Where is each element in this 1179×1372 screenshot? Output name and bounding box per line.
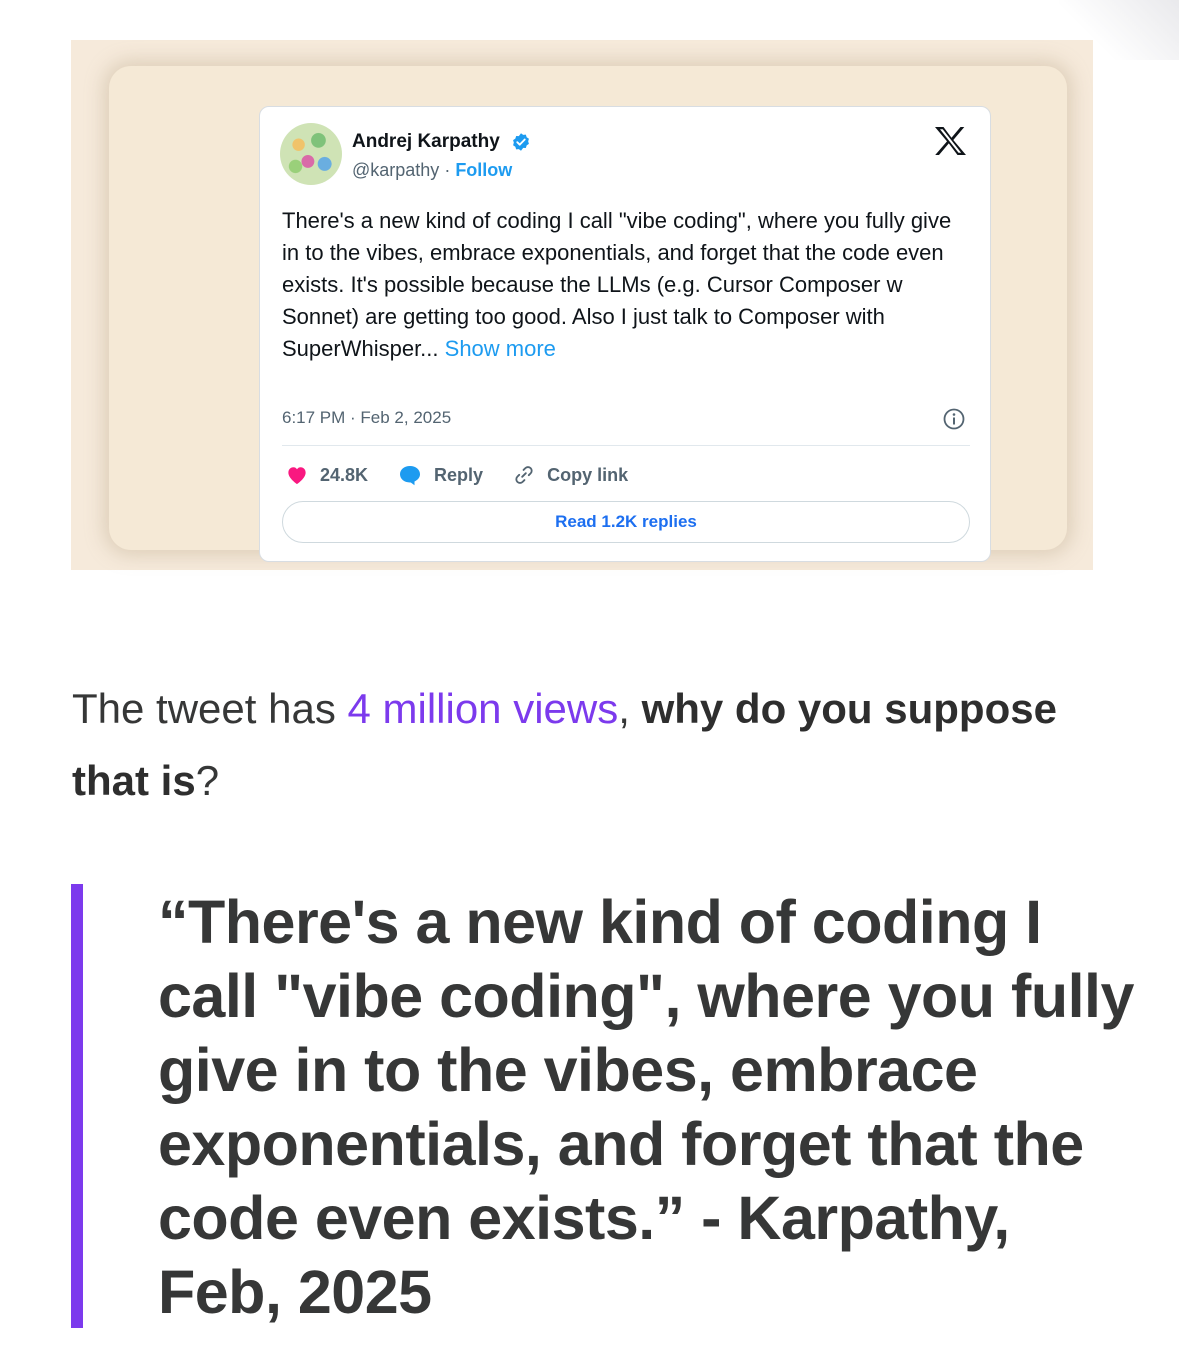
question-mark: ? xyxy=(195,757,220,804)
like-button[interactable]: 24.8K xyxy=(286,465,368,486)
author-avatar[interactable] xyxy=(280,123,342,185)
tweet-text: There's a new kind of coding I call "vib… xyxy=(282,205,972,365)
heart-icon xyxy=(288,467,306,485)
like-count: 24.8K xyxy=(320,464,369,485)
author-handle[interactable]: @karpathy xyxy=(352,160,439,180)
x-logo-icon[interactable] xyxy=(932,125,968,157)
copy-link-label: Copy link xyxy=(547,464,629,485)
article-paragraph: The tweet has 4 million views, why do yo… xyxy=(72,673,1112,817)
tweet-card[interactable]: Andrej Karpathy @karpathy · Follow There… xyxy=(259,106,991,562)
pullquote-bar xyxy=(71,884,83,1328)
tweet-timestamp[interactable]: 6:17 PM · Feb 2, 2025 xyxy=(282,408,451,428)
handle-separator: · xyxy=(439,160,456,180)
tweet-frame: Andrej Karpathy @karpathy · Follow There… xyxy=(109,66,1067,562)
reply-label: Reply xyxy=(434,464,484,485)
tweet-screenshot: Andrej Karpathy @karpathy · Follow There… xyxy=(71,40,1093,570)
copy-link-button[interactable]: Copy link xyxy=(513,464,628,486)
para-comma: , xyxy=(618,685,642,732)
show-more-link[interactable]: Show more xyxy=(445,336,556,361)
pullquote-text: “There's a new kind of coding I call "vi… xyxy=(158,888,1134,1326)
read-replies-button[interactable]: Read 1.2K replies xyxy=(282,501,970,543)
tweet-body: There's a new kind of coding I call "vib… xyxy=(282,208,952,361)
link-icon xyxy=(515,466,533,484)
reply-button[interactable]: Reply xyxy=(398,464,483,486)
reply-bubble-icon xyxy=(400,466,421,486)
divider xyxy=(282,445,970,446)
follow-button[interactable]: Follow xyxy=(455,160,512,180)
handle-row: @karpathy · Follow xyxy=(352,160,512,181)
verified-badge-icon xyxy=(513,133,529,151)
author-name[interactable]: Andrej Karpathy xyxy=(352,131,500,153)
views-link[interactable]: 4 million views xyxy=(347,685,618,732)
info-icon[interactable] xyxy=(942,407,966,431)
tweet-actions: 24.8K Reply Copy link xyxy=(286,462,658,488)
para-prefix: The tweet has xyxy=(72,685,348,732)
